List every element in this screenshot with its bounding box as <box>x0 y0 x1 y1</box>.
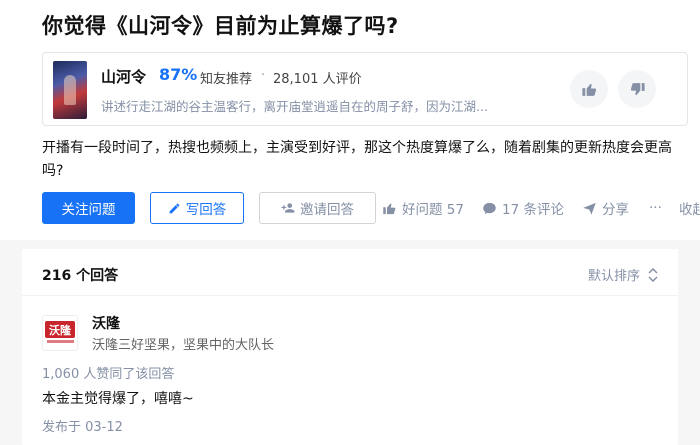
sort-dropdown[interactable]: 默认排序 <box>588 265 658 284</box>
thumb-up-icon <box>383 203 396 214</box>
author-bio: 沃隆三好坚果，坚果中的大队长 <box>92 338 275 353</box>
avatar-logo-text: 沃隆 <box>45 321 75 338</box>
good-question-label: 好问题 57 <box>402 202 464 218</box>
author-name[interactable]: 沃隆 <box>92 313 120 333</box>
question-title: 你觉得《山河令》目前为止算爆了吗? <box>42 14 399 38</box>
add-person-icon <box>281 203 295 213</box>
write-answer-label: 写回答 <box>185 202 227 218</box>
show-card[interactable]: 山河令 87% 知友推荐 · 28,101 人评价 讲述行走江湖的谷主温客行，离… <box>42 52 688 126</box>
show-downvote-button[interactable] <box>618 70 656 108</box>
thumb-down-icon <box>630 82 645 95</box>
thumb-up-icon <box>581 83 596 96</box>
publish-time[interactable]: 发布于 03-12 <box>42 416 123 435</box>
poster-image[interactable] <box>53 61 87 119</box>
good-question-button[interactable]: 好问题 57 <box>382 192 464 224</box>
answer-content: 本金主觉得爆了，嘻嘻~ <box>42 391 194 407</box>
share-label: 分享 <box>602 202 629 218</box>
invite-answer-label: 邀请回答 <box>300 202 354 218</box>
show-upvote-button[interactable] <box>570 70 608 108</box>
comment-icon <box>483 202 496 214</box>
pencil-icon <box>169 203 180 213</box>
question-detail: 开播有一段时间了，热搜也频频上，主演受到好评，那这个热度算爆了么，随着剧集的更新… <box>42 140 672 179</box>
sort-toggle-icon <box>648 267 658 282</box>
show-name[interactable]: 山河令 <box>101 66 146 87</box>
sort-label: 默认排序 <box>588 269 641 284</box>
question-card: 你觉得《山河令》目前为止算爆了吗? 山河令 87% 知友推荐 · 28,101 … <box>0 0 700 240</box>
write-answer-button[interactable]: 写回答 <box>150 192 244 224</box>
separator-dot: · <box>261 68 266 83</box>
agree-count: 1,060 人赞同了该回答 <box>42 367 175 382</box>
show-rating-count: 28,101 人评价 <box>273 72 362 87</box>
collapse-button[interactable]: 收起 <box>679 192 700 224</box>
question-actions: 关注问题 写回答 邀请回答 好问题 57 17 条评论 分享 ··· 收起 <box>42 192 700 224</box>
answer-list-header: 216 个回答 默认排序 <box>22 249 678 296</box>
show-score: 87% <box>159 65 198 84</box>
invite-answer-button[interactable]: 邀请回答 <box>259 192 376 224</box>
comments-button[interactable]: 17 条评论 <box>482 192 564 224</box>
avatar-underline <box>47 340 74 343</box>
avatar[interactable]: 沃隆 <box>42 315 78 351</box>
show-recommend-label: 知友推荐 <box>200 72 253 87</box>
share-icon <box>583 202 596 215</box>
comments-label: 17 条评论 <box>502 202 564 218</box>
show-description: 讲述行走江湖的谷主温客行，离开庙堂逍遥自在的周子舒，因为江湖... <box>101 99 488 114</box>
answer-count: 216 个回答 <box>42 268 119 284</box>
follow-question-button[interactable]: 关注问题 <box>42 192 135 224</box>
more-button[interactable]: ··· <box>649 192 662 224</box>
answer-list: 216 个回答 默认排序 沃隆 沃隆 沃隆三好坚果，坚果中的大队长 1,060 … <box>22 249 678 445</box>
share-button[interactable]: 分享 <box>582 192 629 224</box>
